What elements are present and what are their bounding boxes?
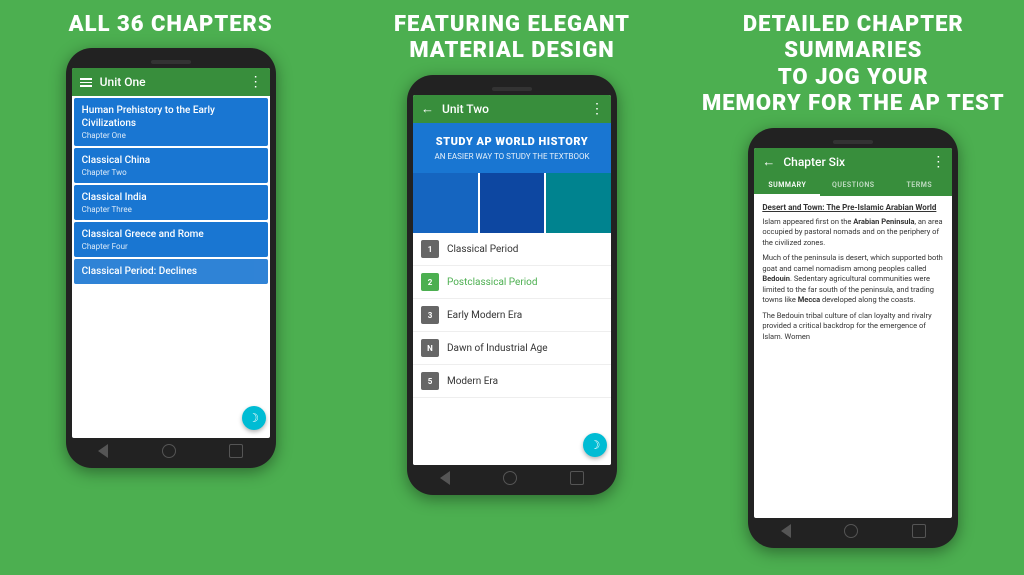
appbar-title-3: Chapter Six — [783, 155, 931, 169]
study-subtitle: AN EASIER WAY TO STUDY THE TEXTBOOK — [421, 152, 603, 161]
recents-button-1[interactable] — [229, 444, 243, 458]
home-button-1[interactable] — [162, 444, 176, 458]
phone-2: ← Unit Two ⋮ STUDY AP WORLD HISTORY AN E… — [407, 75, 617, 495]
back-arrow-2[interactable]: ← — [421, 101, 434, 117]
phone-screen-1: Unit One ⋮ Human Prehistory to the Early… — [72, 68, 270, 438]
unit-item-5[interactable]: 5 Modern Era — [413, 365, 611, 398]
unit-num-1: 1 — [421, 240, 439, 258]
summary-content: Desert and Town: The Pre-Islamic Arabian… — [754, 196, 952, 518]
chapter-sub-4: Chapter Four — [82, 242, 260, 251]
appbar-title-2: Unit Two — [442, 102, 590, 116]
tab-terms[interactable]: TERMS — [886, 176, 952, 196]
panel-2: FEATURING ELEGANT MATERIAL DESIGN ← Unit… — [341, 0, 682, 575]
app-bar-2: ← Unit Two ⋮ — [413, 95, 611, 123]
back-button-2[interactable] — [440, 471, 450, 485]
unit-num-2: 2 — [421, 273, 439, 291]
back-button-1[interactable] — [98, 444, 108, 458]
chapter-sub-2: Chapter Two — [82, 168, 260, 177]
phone-bottom-1 — [72, 438, 270, 460]
study-banner: STUDY AP WORLD HISTORY AN EASIER WAY TO … — [413, 123, 611, 173]
unit-name-2: Postclassical Period — [447, 277, 538, 288]
panel3-title: DETAILED CHAPTER SUMMARIESTo Jog YourMEM… — [691, 12, 1016, 118]
back-button-3[interactable] — [781, 524, 791, 538]
panel-3: DETAILED CHAPTER SUMMARIESTo Jog YourMEM… — [683, 0, 1024, 575]
tab-questions[interactable]: QUESTIONS — [820, 176, 886, 196]
unit-item-1[interactable]: 1 Classical Period — [413, 233, 611, 266]
recents-button-3[interactable] — [912, 524, 926, 538]
chapter-sub-3: Chapter Three — [82, 205, 260, 214]
unit-item-2[interactable]: 2 Postclassical Period — [413, 266, 611, 299]
chapter-item-1[interactable]: Human Prehistory to the Early Civilizati… — [74, 98, 268, 146]
app-bar-3: ← Chapter Six ⋮ — [754, 148, 952, 176]
bold-2: Bedouin — [762, 274, 790, 283]
unit-name-5: Modern Era — [447, 376, 498, 387]
banner-images — [413, 173, 611, 233]
summary-para-1: Islam appeared first on the Arabian Peni… — [762, 217, 944, 249]
phone-bottom-2 — [413, 465, 611, 487]
unit-item-3[interactable]: 3 Early Modern Era — [413, 299, 611, 332]
chapter-list: Human Prehistory to the Early Civilizati… — [72, 96, 270, 438]
unit-item-4[interactable]: N Dawn of Industrial Age — [413, 332, 611, 365]
home-button-3[interactable] — [844, 524, 858, 538]
phone-speaker-1 — [151, 60, 191, 64]
phone-speaker-3 — [833, 140, 873, 144]
study-title: STUDY AP WORLD HISTORY — [421, 135, 603, 149]
unit-name-1: Classical Period — [447, 244, 518, 255]
phone-1: Unit One ⋮ Human Prehistory to the Early… — [66, 48, 276, 468]
summary-para-2: Much of the peninsula is desert, which s… — [762, 253, 944, 306]
tab-bar: SUMMARY QUESTIONS TERMS — [754, 176, 952, 196]
unit-name-3: Early Modern Era — [447, 310, 522, 321]
chapter-item-3[interactable]: Classical India Chapter Three — [74, 185, 268, 220]
menu-icon[interactable] — [80, 78, 92, 87]
phone-screen-3: ← Chapter Six ⋮ SUMMARY QUESTIONS TERMS … — [754, 148, 952, 518]
recents-button-2[interactable] — [570, 471, 584, 485]
bold-1: Arabian Peninsula — [853, 217, 914, 226]
unit-list: 1 Classical Period 2 Postclassical Perio… — [413, 233, 611, 465]
img-col-1 — [413, 173, 478, 233]
chapter-title-2: Classical China — [82, 154, 260, 167]
more-options-3[interactable]: ⋮ — [931, 154, 944, 170]
unit-num-4: N — [421, 339, 439, 357]
chapter-sub-1: Chapter One — [82, 131, 260, 140]
unit-num-5: 5 — [421, 372, 439, 390]
home-button-2[interactable] — [503, 471, 517, 485]
bold-3: Mecca — [798, 295, 820, 304]
back-arrow-3[interactable]: ← — [762, 154, 775, 170]
panel1-title: ALL 36 CHAPTERS — [69, 12, 273, 38]
unit-num-3: 3 — [421, 306, 439, 324]
phone-bottom-3 — [754, 518, 952, 540]
panel2-title: FEATURING ELEGANT MATERIAL DESIGN — [349, 12, 674, 65]
chapter-item-5[interactable]: Classical Period: Declines — [74, 259, 268, 284]
phone-speaker-2 — [492, 87, 532, 91]
panel-1: ALL 36 CHAPTERS Unit One ⋮ Human Prehist… — [0, 0, 341, 575]
summary-para-3: The Bedouin tribal culture of clan loyal… — [762, 311, 944, 343]
fab-button-2[interactable]: ☽ — [583, 433, 607, 457]
more-options-2[interactable]: ⋮ — [590, 101, 603, 117]
img-col-2 — [480, 173, 545, 233]
phone-3: ← Chapter Six ⋮ SUMMARY QUESTIONS TERMS … — [748, 128, 958, 548]
chapter-title-5: Classical Period: Declines — [82, 265, 260, 278]
img-col-3 — [546, 173, 611, 233]
chapter-item-2[interactable]: Classical China Chapter Two — [74, 148, 268, 183]
phone-screen-2: ← Unit Two ⋮ STUDY AP WORLD HISTORY AN E… — [413, 95, 611, 465]
section-title: Desert and Town: The Pre-Islamic Arabian… — [762, 202, 944, 213]
chapter-title-3: Classical India — [82, 191, 260, 204]
chapter-item-4[interactable]: Classical Greece and Rome Chapter Four — [74, 222, 268, 257]
appbar-title-1: Unit One — [100, 75, 249, 89]
chapter-title-4: Classical Greece and Rome — [82, 228, 260, 241]
app-bar-1: Unit One ⋮ — [72, 68, 270, 96]
chapter-title-1: Human Prehistory to the Early Civilizati… — [82, 104, 260, 130]
more-options-1[interactable]: ⋮ — [249, 74, 262, 90]
tab-summary[interactable]: SUMMARY — [754, 176, 820, 196]
unit-name-4: Dawn of Industrial Age — [447, 343, 548, 354]
fab-button-1[interactable]: ☽ — [242, 406, 266, 430]
